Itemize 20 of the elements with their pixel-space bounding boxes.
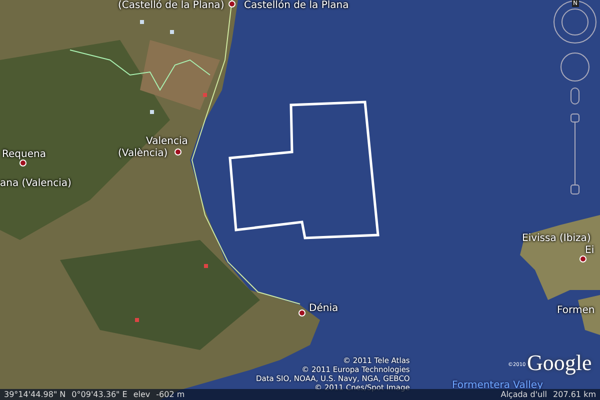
elevation-label: elev xyxy=(133,390,150,400)
eye-altitude-label: Alçada d'ull xyxy=(500,390,548,400)
place-label: (València) xyxy=(118,148,168,160)
place-label: Requena xyxy=(2,149,46,161)
place-label: Dénia xyxy=(309,303,338,315)
place-label: Ei xyxy=(585,245,594,257)
sea-label: Formentera Valley xyxy=(452,380,543,391)
compass-ring-icon[interactable] xyxy=(554,0,596,44)
place-label: Formen xyxy=(557,305,595,317)
eye-altitude-value: 207.61 km xyxy=(553,390,596,400)
look-joystick-icon[interactable] xyxy=(560,52,590,82)
latitude-text: 39°14'44.98" N xyxy=(4,390,66,400)
logo-text: Google xyxy=(527,350,592,376)
longitude-text: 0°09'43.36" E xyxy=(72,390,128,400)
zoom-slider-icon[interactable] xyxy=(570,88,580,194)
place-label: Valencia xyxy=(146,136,188,148)
place-label: (Castelló de la Plana) xyxy=(118,0,224,12)
place-label: ana (Valencia) xyxy=(0,178,72,190)
elevation-value: -602 m xyxy=(156,390,185,400)
place-label: Castellón de la Plana xyxy=(244,0,349,12)
